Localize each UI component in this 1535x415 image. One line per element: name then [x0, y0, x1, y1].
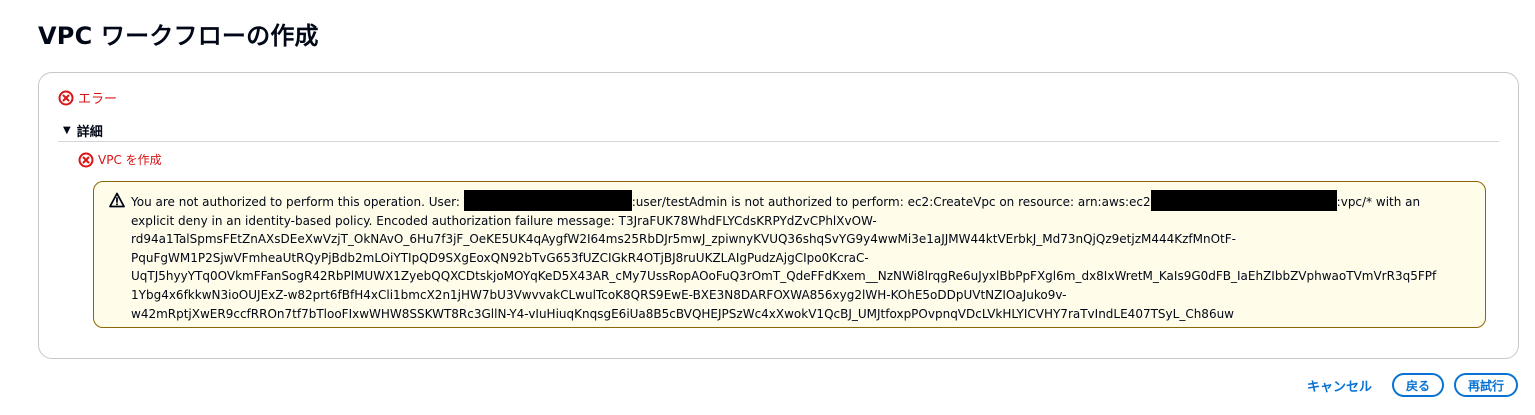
error-panel: エラー ▼ 詳細 VPC を作成 You are not authorized … [38, 72, 1519, 359]
message-line: 1Ybg4x6fkkwN3ioOUJExZ-w82prt6fBfH4xCli1b… [131, 287, 1067, 302]
message-line: explicit deny in an identity-based polic… [131, 213, 877, 228]
sub-error-header: VPC を作成 [78, 151, 162, 168]
error-circle-x-icon [58, 90, 74, 106]
warning-triangle-icon [109, 192, 125, 208]
message-text: You are not authorized to perform this o… [131, 195, 464, 209]
retry-button[interactable]: 再試行 [1453, 373, 1518, 397]
error-label: エラー [78, 92, 118, 107]
sub-error-label: VPC を作成 [98, 153, 162, 167]
message-line: PquFgWM1P2SjwVFmheaUtRQyPjBdb2mLOiYTIpQD… [131, 250, 869, 265]
warning-alert: You are not authorized to perform this o… [93, 181, 1486, 328]
message-line: UqTJ5hyyYTq0OVkmFFanSogR42RbPlMUWX1ZyebQ… [131, 269, 1437, 284]
details-divider [58, 141, 1499, 142]
details-toggle[interactable]: ▼ 詳細 [63, 121, 103, 140]
back-button[interactable]: 戻る [1391, 373, 1444, 397]
error-header: エラー [58, 88, 117, 107]
message-line: w42mRptjXwER9ccfRROn7tf7bTlooFIxwWHW8SSK… [131, 306, 1234, 321]
message-line: rd94a1TalSpmsFEtZnAXsDEeXwVzjT_OkNAvO_6H… [131, 232, 1236, 247]
redacted-account-id [463, 190, 632, 211]
message-text: :vpc/* with an [1336, 195, 1421, 209]
details-label: 詳細 [76, 125, 103, 140]
footer-actions: キャンセル 戻る 再試行 [1297, 373, 1518, 397]
cancel-button[interactable]: キャンセル [1297, 376, 1382, 395]
message-text: :user/testAdmin is not authorized to per… [631, 195, 1151, 209]
error-message: You are not authorized to perform this o… [131, 190, 1471, 323]
redacted-region-account [1150, 190, 1337, 211]
error-circle-x-icon [78, 152, 94, 168]
caret-down-icon: ▼ [63, 124, 71, 136]
page-title: VPC ワークフローの作成 [38, 22, 319, 50]
message-line: You are not authorized to perform this o… [131, 190, 1471, 212]
